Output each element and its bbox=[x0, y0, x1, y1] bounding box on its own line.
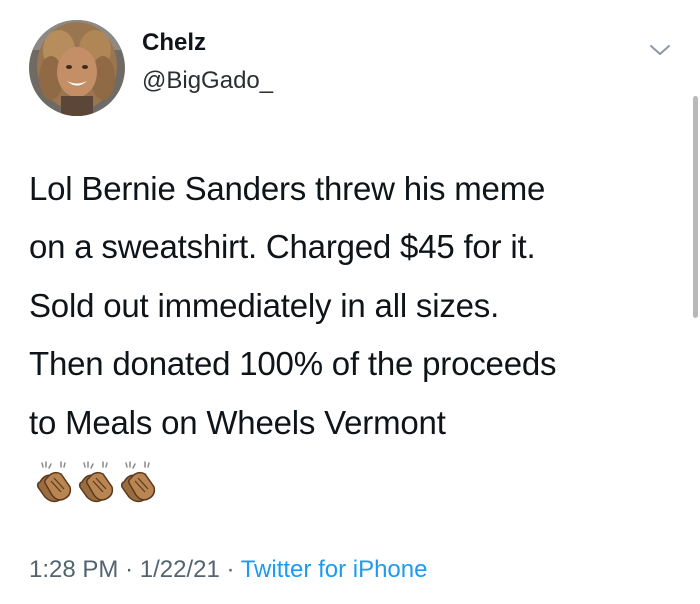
tweet-source-link[interactable]: Twitter for iPhone bbox=[241, 556, 428, 583]
tweet-text-line: Then donated 100% of the proceeds bbox=[29, 345, 557, 383]
clapping-hands-icon bbox=[117, 458, 159, 504]
tweet-text: Lol Bernie Sanders threw his meme on a s… bbox=[29, 160, 684, 452]
avatar[interactable] bbox=[29, 20, 125, 116]
chevron-down-icon[interactable] bbox=[648, 40, 672, 60]
tweet-text-line: on a sweatshirt. Charged $45 for it. bbox=[29, 228, 536, 266]
tweet-text-line: Lol Bernie Sanders threw his meme bbox=[29, 170, 546, 207]
meta-separator: · bbox=[125, 556, 134, 583]
scrollbar[interactable] bbox=[693, 96, 698, 318]
clapping-hands-icon bbox=[33, 458, 75, 504]
tweet-text-line: Sold out immediately in all sizes. bbox=[29, 286, 500, 324]
user-handle[interactable]: @BigGado_ bbox=[142, 67, 273, 95]
tweet-time[interactable]: 1:28 PM bbox=[29, 556, 118, 583]
avatar-image bbox=[29, 20, 125, 116]
emoji-row bbox=[33, 458, 159, 518]
tweet-text-line: to Meals on Wheels Vermont bbox=[29, 403, 446, 441]
meta-separator: · bbox=[226, 556, 235, 583]
tweet-date[interactable]: 1/22/21 bbox=[140, 556, 220, 583]
clapping-hands-icon bbox=[75, 458, 117, 504]
tweet-metadata: 1:28 PM · 1/22/21 · Twitter for iPhone bbox=[29, 556, 427, 584]
display-name[interactable]: Chelz bbox=[142, 29, 206, 57]
